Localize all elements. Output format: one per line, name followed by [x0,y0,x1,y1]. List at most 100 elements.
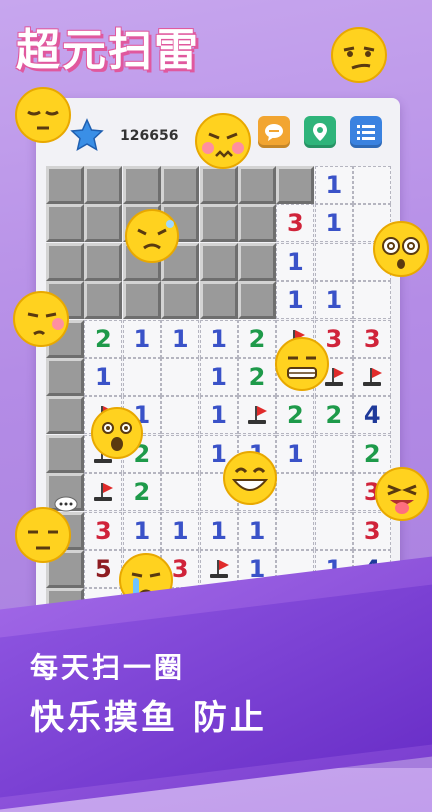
empty-cell[interactable] [353,281,392,320]
covered-cell[interactable] [46,166,84,204]
mine-count: 1 [171,324,189,353]
number-cell[interactable]: 2 [84,319,123,358]
covered-cell[interactable] [84,281,123,320]
empty-cell[interactable] [161,434,200,473]
smug-emoji-icon [13,291,69,347]
number-cell[interactable]: 1 [276,242,315,281]
empty-cell[interactable] [122,358,161,396]
number-cell[interactable]: 1 [238,511,276,550]
covered-cell[interactable] [238,281,276,320]
mine-count: 1 [287,247,304,276]
number-cell[interactable]: 2 [276,396,315,435]
chat-button[interactable] [258,116,290,148]
covered-cell[interactable] [46,434,84,473]
number-cell[interactable]: 5 [84,550,123,588]
mine-count: 1 [210,401,227,430]
mine-count: 1 [248,516,266,545]
menu-button[interactable] [350,116,382,148]
flagged-cell[interactable] [353,358,392,396]
mine-count: 2 [133,478,151,507]
number-cell[interactable]: 2 [314,396,353,435]
covered-cell[interactable] [84,242,123,281]
empty-cell[interactable] [314,511,353,550]
mine-count: 2 [325,401,343,430]
covered-cell[interactable] [276,166,315,204]
location-button[interactable] [304,116,336,148]
number-cell[interactable]: 3 [84,511,123,550]
covered-cell[interactable] [122,166,161,204]
covered-cell[interactable] [46,204,84,243]
number-cell[interactable]: 1 [314,166,353,204]
mine-count: 1 [325,171,343,199]
empty-cell[interactable] [276,511,315,550]
covered-cell[interactable] [161,166,200,204]
covered-cell[interactable] [161,281,200,320]
mine-count: 2 [248,363,266,391]
covered-cell[interactable] [46,396,84,435]
covered-cell[interactable] [46,242,84,281]
number-cell[interactable]: 2 [238,319,276,358]
number-cell[interactable]: 1 [276,281,315,320]
empty-cell[interactable] [314,242,353,281]
mine-count: 3 [363,324,381,353]
covered-cell[interactable] [84,204,123,243]
pouting-emoji-icon [195,113,251,169]
covered-cell[interactable] [199,166,238,204]
flag-icon [92,481,114,503]
covered-cell[interactable] [122,281,161,320]
number-cell[interactable]: 3 [276,204,315,243]
covered-cell[interactable] [199,204,238,243]
covered-cell[interactable] [238,242,276,281]
number-cell[interactable]: 1 [161,319,200,358]
empty-cell[interactable] [314,434,353,473]
mine-count: 5 [95,555,112,583]
slogan-line-1: 每天扫一圈 [30,651,186,684]
empty-cell[interactable] [161,396,200,435]
covered-cell[interactable] [238,166,276,204]
chat-icon [265,124,283,141]
mine-count: 1 [287,286,304,315]
number-cell[interactable]: 1 [199,511,238,550]
mine-count: 2 [287,401,304,430]
neutral-emoji-icon [15,507,71,563]
number-cell[interactable]: 3 [353,319,392,358]
number-cell[interactable]: 1 [199,319,238,358]
grinning-emoji-icon [223,451,277,505]
mine-count: 1 [171,516,189,545]
number-cell[interactable]: 1 [161,511,200,550]
flagged-cell[interactable] [238,396,276,435]
number-cell[interactable]: 1 [314,204,353,243]
number-cell[interactable]: 1 [122,319,161,358]
slogan-line-2: 快乐摸鱼 防止 [30,698,267,738]
worried-emoji-icon [125,209,179,263]
number-cell[interactable]: 1 [122,511,161,550]
number-cell[interactable]: 1 [276,434,315,473]
covered-cell[interactable] [46,358,84,396]
covered-cell[interactable] [199,281,238,320]
number-cell[interactable]: 1 [199,358,238,396]
mine-count: 1 [133,324,151,353]
location-pin-icon [313,123,327,141]
number-cell[interactable]: 2 [238,358,276,396]
number-cell[interactable]: 4 [353,396,392,435]
empty-cell[interactable] [161,358,200,396]
number-cell[interactable]: 2 [122,473,161,512]
covered-cell[interactable] [238,204,276,243]
flag-icon [246,404,268,426]
mine-count: 1 [95,363,112,391]
mine-count: 1 [287,439,304,468]
covered-cell[interactable] [199,242,238,281]
empty-cell[interactable] [161,473,200,512]
mine-count: 2 [95,324,112,353]
score-value: 126656 [120,128,179,144]
number-cell[interactable]: 1 [84,358,123,396]
flagged-cell[interactable] [84,473,123,512]
number-cell[interactable]: 1 [199,396,238,435]
grimace-emoji-icon [275,337,329,391]
empty-cell[interactable] [314,473,353,512]
sleepy-emoji-icon [15,87,71,143]
covered-cell[interactable] [84,166,123,204]
empty-cell[interactable] [353,166,392,204]
empty-cell[interactable] [276,473,315,512]
number-cell[interactable]: 1 [314,281,353,320]
